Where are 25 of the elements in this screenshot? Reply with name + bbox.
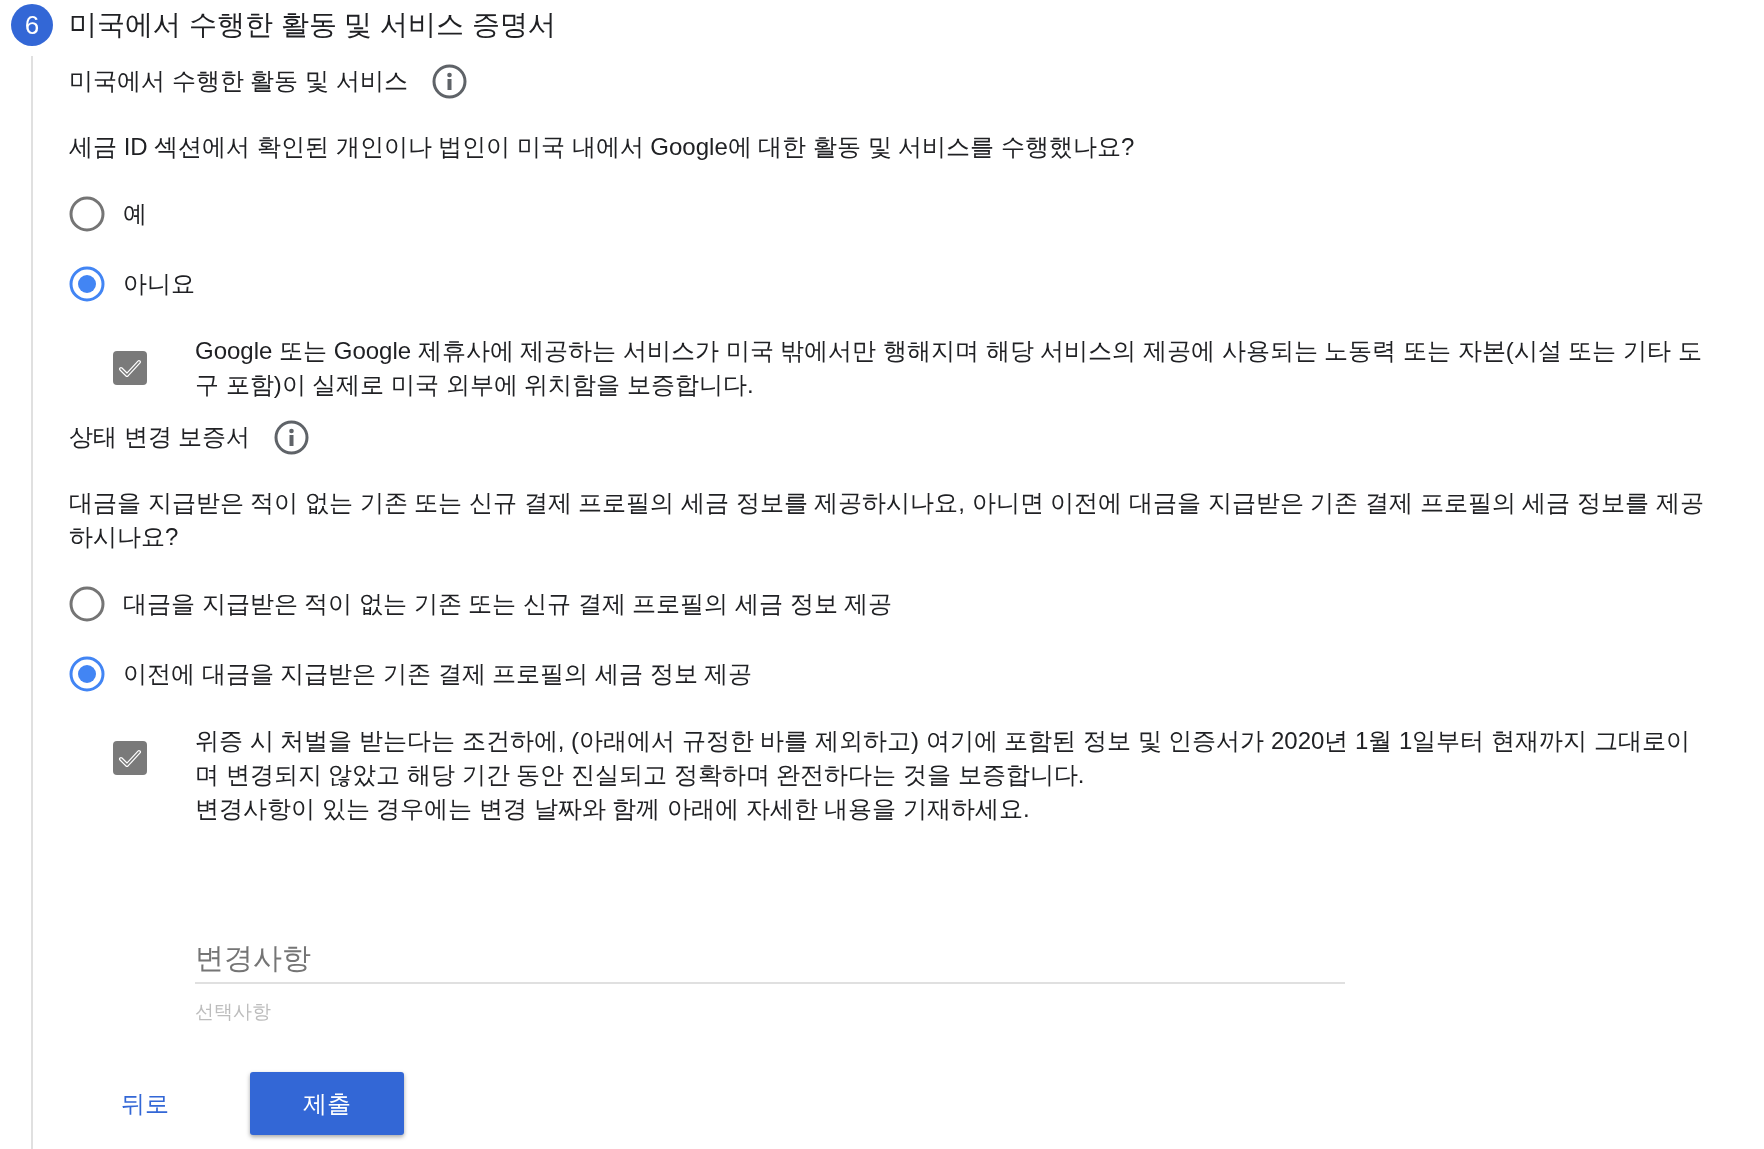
- helper-text: 선택사항: [195, 1000, 271, 1024]
- radio-button[interactable]: [69, 586, 105, 622]
- radio-button[interactable]: [69, 266, 105, 302]
- section-heading: 미국에서 수행한 활동 및 서비스: [69, 66, 408, 96]
- info-icon[interactable]: [431, 63, 467, 99]
- option-label[interactable]: 대금을 지급받은 적이 없는 기존 또는 신규 결제 프로필의 세금 정보 제공: [123, 587, 893, 621]
- info-icon[interactable]: [274, 419, 310, 455]
- attestation-text: 위증 시 처벌을 받는다는 조건하에, (아래에서 규정한 바를 제외하고) 여기에 포함된 정보 및 인증서가 2020년 1월 1일부터 현재까지 그대로이며 변경되지 않았고 해당 기간 동안 진실되고 정확하며 완전하다는 것을 보증합니다.: [195, 726, 1691, 790]
- changes-input-field[interactable]: 변경사항: [195, 934, 1345, 984]
- question-text: 대금을 지급받은 적이 없는 기존 또는 신규 결제 프로필의 세금 정보를 제공하시나요, 아니면 이전에 대금을 지급받은 기존 결제 프로필의 세금 정보를 제공하시나요?: [69, 488, 1705, 552]
- question-text: 세금 ID 섹션에서 확인된 개인이나 법인이 미국 내에서 Google에 대한 활동 및 서비스를 수행했나요?: [69, 132, 1136, 162]
- checkbox[interactable]: [113, 741, 147, 775]
- option-label[interactable]: 아니요: [123, 267, 195, 301]
- radio-button[interactable]: [69, 196, 105, 232]
- section-heading: 상태 변경 보증서: [69, 422, 251, 452]
- option-label[interactable]: 예: [123, 197, 147, 231]
- back-button[interactable]: 뒤로: [113, 1080, 177, 1127]
- attestation-text: Google 또는 Google 제휴사에 제공하는 서비스가 미국 밖에서만 행해지며 해당 서비스의 제공에 사용되는 노동력 또는 자본(시설 또는 기타 도구 포함)이 실제로 미국 외부에 위치함을 보증합니다.: [195, 336, 1703, 400]
- checkbox[interactable]: [113, 351, 147, 385]
- option-label[interactable]: 이전에 대금을 지급받은 기존 결제 프로필의 세금 정보 제공: [123, 657, 753, 691]
- step-number: 6: [11, 4, 53, 46]
- radio-button[interactable]: [69, 656, 105, 692]
- step-title: 미국에서 수행한 활동 및 서비스 증명서: [69, 8, 556, 42]
- submit-button[interactable]: 제출: [250, 1072, 404, 1135]
- attestation-text: 변경사항이 있는 경우에는 변경 날짜와 함께 아래에 자세한 내용을 기재하세요.: [195, 794, 1031, 824]
